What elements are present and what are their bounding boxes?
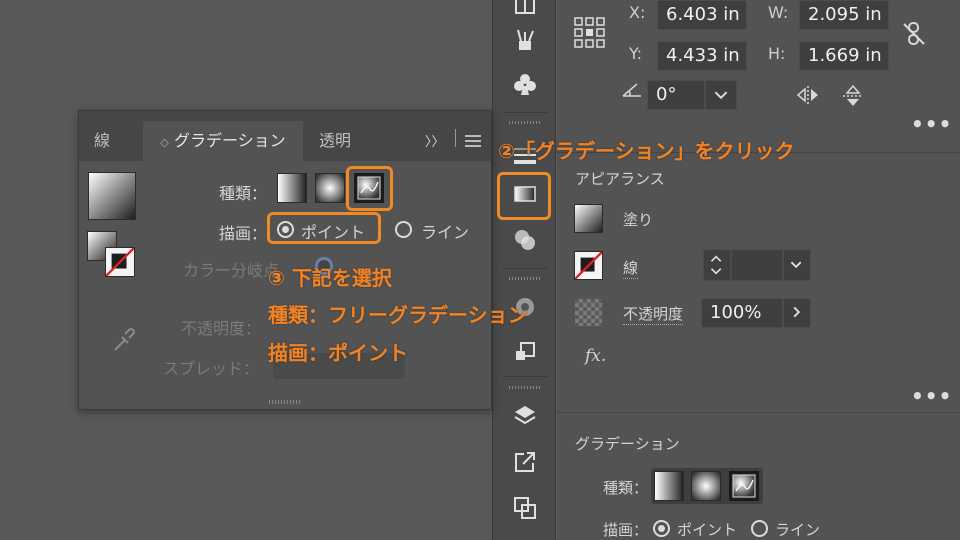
x-field[interactable]: 6.403 in	[657, 0, 747, 30]
panel-icon-strip	[492, 0, 556, 540]
gradient-preview-swatch[interactable]	[88, 172, 136, 220]
annotation-step3-title: ③ 下記を選択	[268, 266, 392, 290]
draw-point-label: ポイント	[677, 521, 738, 539]
flip-horizontal-icon[interactable]	[795, 84, 821, 106]
panel-resize-grip[interactable]	[269, 400, 301, 404]
y-label: Y:	[629, 44, 643, 63]
angle-icon	[621, 82, 643, 98]
highlight-gradient-panel-icon	[497, 172, 551, 220]
stroke-swatch[interactable]	[574, 251, 603, 280]
float-linear-gradient-button[interactable]	[277, 173, 307, 203]
gradient-section-title: グラデーション	[575, 435, 680, 453]
panel-grip[interactable]	[509, 386, 541, 389]
appearance-title: アピアランス	[575, 170, 665, 188]
panel-menu-icon[interactable]	[465, 132, 481, 147]
flip-vertical-icon[interactable]	[841, 84, 865, 108]
float-draw-line-label: ライン	[421, 223, 470, 242]
angle-dropdown-button[interactable]	[705, 80, 737, 110]
panel-grip[interactable]	[509, 277, 541, 280]
float-opacity-label: 不透明度：	[181, 319, 262, 338]
float-radial-gradient-button[interactable]	[315, 173, 345, 203]
appearance-more-icon[interactable]: •••	[911, 384, 952, 408]
stroke-weight-stepper[interactable]	[703, 249, 731, 281]
tab-gradient-label: グラデーション	[173, 131, 286, 150]
tab-gradient[interactable]: ◇ グラデーション	[143, 121, 303, 161]
annotation-step3-line1: 種類：フリーグラデーション	[268, 303, 528, 327]
reference-point-icon[interactable]	[573, 16, 607, 50]
fill-label: 塗り	[623, 211, 654, 229]
gradient-type-label: 種類：	[603, 479, 649, 497]
radial-gradient-button[interactable]	[691, 471, 721, 501]
spread-label: スプレッド：	[163, 359, 260, 378]
fill-swatch[interactable]	[574, 204, 603, 233]
highlight-draw-point	[267, 212, 381, 244]
layers-icon[interactable]	[507, 398, 543, 434]
pathfinder-icon[interactable]	[507, 490, 543, 526]
rotate-angle-field[interactable]: 0°	[647, 80, 705, 110]
float-draw-label: 描画：	[219, 224, 268, 243]
panel-grip[interactable]	[509, 121, 541, 124]
float-draw-line-radio[interactable]	[395, 221, 412, 238]
brushes-icon[interactable]	[507, 22, 543, 58]
x-label: X:	[629, 3, 646, 22]
linear-gradient-button[interactable]	[654, 471, 684, 501]
tab-transparency[interactable]: 透明	[305, 121, 365, 161]
highlight-freeform-button	[346, 166, 393, 211]
gradient-draw-label: 描画：	[603, 521, 649, 539]
draw-point-radio[interactable]	[653, 520, 670, 537]
float-type-label: 種類：	[219, 184, 268, 203]
panel-tab-bar: 線 ◇ グラデーション 透明 〉〉	[79, 111, 491, 161]
w-field[interactable]: 2.095 in	[799, 0, 889, 30]
constrain-proportions-icon[interactable]	[900, 20, 928, 48]
fx-effects-button[interactable]: fx.	[585, 346, 606, 366]
opacity-field[interactable]: 100%	[701, 298, 783, 328]
y-field[interactable]: 4.433 in	[657, 41, 747, 71]
h-field[interactable]: 1.669 in	[799, 41, 889, 71]
color-stop-label: カラー分岐点	[183, 261, 280, 280]
more-options-icon[interactable]: •••	[911, 112, 952, 136]
draw-line-radio[interactable]	[751, 520, 768, 537]
opacity-label[interactable]: 不透明度	[623, 303, 684, 325]
h-label: H:	[768, 44, 786, 63]
stroke-weight-dropdown[interactable]	[783, 249, 811, 281]
artboards-icon[interactable]	[507, 334, 543, 370]
tab-stroke[interactable]: 線	[79, 121, 125, 161]
symbols-club-icon[interactable]	[507, 66, 543, 102]
stroke-label[interactable]: 線	[623, 257, 639, 279]
align-panel-icon[interactable]	[507, 0, 543, 22]
tab-sort-icon: ◇	[160, 136, 169, 149]
collapse-panel-icon[interactable]: 〉〉	[425, 131, 445, 150]
tab-divider	[455, 129, 456, 147]
transparency-panel-icon[interactable]	[507, 222, 543, 258]
stroke-weight-field[interactable]	[731, 249, 783, 281]
properties-panel: X: 6.403 in Y: 4.433 in W: 2.095 in H: 1…	[557, 0, 960, 540]
eyedropper-icon[interactable]	[109, 326, 137, 354]
fill-stroke-swatches[interactable]	[87, 231, 137, 279]
draw-line-label: ライン	[775, 521, 821, 539]
annotation-step3-line2: 描画：ポイント	[268, 341, 408, 365]
annotation-step2: ②「グラデーション」をクリック	[498, 139, 795, 163]
opacity-arrow-button[interactable]	[783, 298, 811, 328]
w-label: W:	[768, 3, 789, 22]
freeform-gradient-button[interactable]	[729, 471, 759, 501]
export-icon[interactable]	[507, 444, 543, 480]
opacity-checker-icon	[574, 298, 603, 327]
